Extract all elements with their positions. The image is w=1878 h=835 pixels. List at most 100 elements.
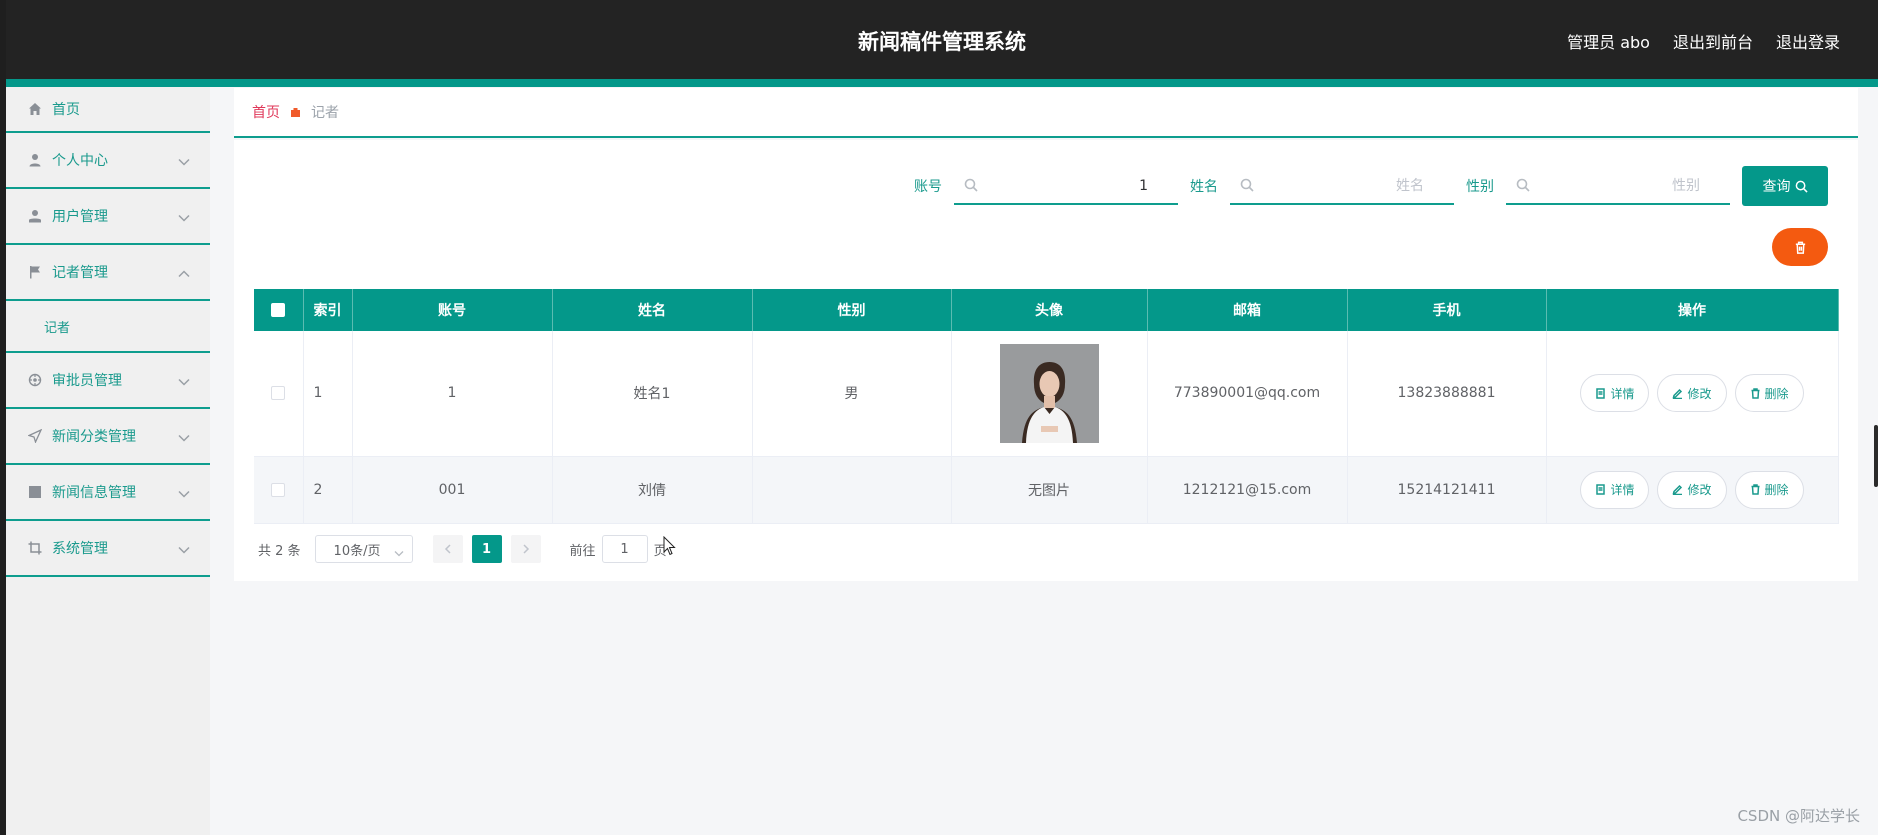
breadcrumb: 首页 记者 xyxy=(234,88,1858,138)
phone-cell: 13823888881 xyxy=(1347,331,1547,457)
edit-icon xyxy=(1672,484,1683,495)
sidebar-item-label: 系统管理 xyxy=(52,541,108,557)
sidebar-item-label: 首页 xyxy=(52,102,80,118)
delete-button-label: 删除 xyxy=(1764,386,1789,401)
document-icon xyxy=(1596,388,1606,399)
goto-label: 前往 xyxy=(569,543,596,559)
gender-label: 性别 xyxy=(1466,179,1494,195)
table-row: 2 001 刘倩 无图片 1212121@15.com 15214121411 … xyxy=(254,456,1839,524)
batch-delete-button[interactable] xyxy=(1772,228,1828,266)
sidebar-item-reporters[interactable]: 记者管理 xyxy=(6,245,210,301)
gender-search-field xyxy=(1506,167,1730,205)
avatar-cell: 无图片 xyxy=(951,456,1148,524)
column-header: 性别 xyxy=(752,289,952,331)
column-header: 姓名 xyxy=(552,289,753,331)
reporter-table: 索引 账号 姓名 性别 头像 邮箱 手机 操作 1 1 姓名1 男 773890… xyxy=(254,289,1839,524)
sidebar-item-approvers[interactable]: 审批员管理 xyxy=(6,353,210,409)
table-header-row: 索引 账号 姓名 性别 头像 邮箱 手机 操作 xyxy=(254,289,1839,331)
mouse-cursor-icon xyxy=(663,535,677,556)
chevron-up-icon xyxy=(178,266,190,278)
main-panel: 账号 姓名 性别 查询 索引 账号 xyxy=(234,140,1858,581)
email-cell: 1212121@15.com xyxy=(1147,456,1348,524)
delete-button-label: 删除 xyxy=(1764,483,1789,497)
select-all-header xyxy=(254,289,304,331)
account-input[interactable] xyxy=(984,173,1148,199)
email-cell: 773890001@qq.com xyxy=(1147,331,1348,457)
breadcrumb-current: 记者 xyxy=(311,105,339,121)
next-page-button[interactable] xyxy=(510,535,541,563)
sidebar-item-users[interactable]: 用户管理 xyxy=(6,189,210,245)
sidebar-item-profile[interactable]: 个人中心 xyxy=(6,133,210,189)
query-button[interactable]: 查询 xyxy=(1742,166,1828,206)
search-form: 账号 姓名 性别 查询 xyxy=(914,166,1828,206)
query-button-label: 查询 xyxy=(1762,179,1791,195)
prev-page-button[interactable] xyxy=(432,535,463,563)
delete-button[interactable]: 删除 xyxy=(1734,374,1804,413)
settings-icon xyxy=(28,373,42,387)
user-admin-icon xyxy=(28,209,42,223)
top-header: 新闻稿件管理系统 管理员 abo 退出到前台 退出登录 xyxy=(6,0,1878,79)
sidebar-item-label: 用户管理 xyxy=(52,209,108,225)
delete-button[interactable]: 删除 xyxy=(1734,470,1804,509)
gender-input[interactable] xyxy=(1536,173,1700,199)
detail-button[interactable]: 详情 xyxy=(1580,470,1650,509)
user-icon xyxy=(28,153,42,167)
column-header: 头像 xyxy=(951,289,1148,331)
sidebar-item-label: 新闻分类管理 xyxy=(52,429,136,445)
total-count: 共 2 条 xyxy=(258,543,301,559)
chevron-down-icon xyxy=(178,542,190,554)
select-all-checkbox[interactable] xyxy=(271,303,286,317)
table-row: 1 1 姓名1 男 773890001@qq.com 13823888881 详… xyxy=(254,331,1839,457)
sidebar-item-label: 个人中心 xyxy=(52,153,108,169)
exit-to-front-link[interactable]: 退出到前台 xyxy=(1673,29,1753,53)
header-accent-bar xyxy=(6,79,1878,87)
edit-button[interactable]: 修改 xyxy=(1657,470,1727,509)
index-cell: 2 xyxy=(303,456,353,524)
breadcrumb-home[interactable]: 首页 xyxy=(252,102,280,122)
chevron-down-icon xyxy=(178,374,190,386)
edit-button[interactable]: 修改 xyxy=(1657,374,1727,413)
search-icon xyxy=(1795,180,1808,193)
trash-icon xyxy=(1751,388,1759,399)
page-size-select[interactable]: 10条/页 xyxy=(314,535,413,563)
account-cell: 001 xyxy=(352,456,553,524)
goto-page-input[interactable] xyxy=(601,535,648,563)
scrollbar-thumb[interactable] xyxy=(1874,425,1878,487)
avatar-photo[interactable] xyxy=(999,343,1099,443)
detail-button-label: 详情 xyxy=(1610,386,1635,401)
sidebar-subitem-reporter[interactable]: 记者 xyxy=(6,301,210,353)
chevron-left-icon xyxy=(444,544,451,554)
search-icon xyxy=(1516,178,1530,192)
name-search-field xyxy=(1230,167,1454,205)
search-icon xyxy=(964,178,978,192)
row-checkbox[interactable] xyxy=(271,482,286,497)
logout-link[interactable]: 退出登录 xyxy=(1776,29,1840,53)
row-checkbox[interactable] xyxy=(271,386,286,401)
crop-icon xyxy=(28,541,42,555)
actions-cell: 详情 修改 删除 xyxy=(1546,456,1839,524)
sidebar-item-news-category[interactable]: 新闻分类管理 xyxy=(6,409,210,465)
name-cell: 刘倩 xyxy=(552,456,753,524)
chevron-right-icon xyxy=(523,544,529,554)
gender-cell: 男 xyxy=(752,331,952,457)
row-select-cell xyxy=(254,456,304,524)
name-label: 姓名 xyxy=(1190,179,1218,195)
page-number-current[interactable]: 1 xyxy=(471,535,502,563)
breadcrumb-separator-icon xyxy=(290,107,301,118)
sidebar-item-label: 记者管理 xyxy=(52,265,108,281)
detail-button-label: 详情 xyxy=(1610,483,1635,497)
watermark: CSDN @阿达学长 xyxy=(1737,807,1860,825)
chevron-down-icon xyxy=(178,430,190,442)
column-header: 邮箱 xyxy=(1147,289,1348,331)
sidebar-item-home[interactable]: 首页 xyxy=(6,87,210,133)
sidebar-item-news-info[interactable]: 新闻信息管理 xyxy=(6,465,210,521)
name-input[interactable] xyxy=(1260,173,1424,199)
header-links: 管理员 abo 退出到前台 退出登录 xyxy=(1567,29,1840,53)
sidebar-item-system[interactable]: 系统管理 xyxy=(6,521,210,577)
chevron-down-icon xyxy=(178,486,190,498)
detail-button[interactable]: 详情 xyxy=(1580,374,1650,413)
document-icon xyxy=(1596,484,1606,495)
phone-cell: 15214121411 xyxy=(1347,456,1547,524)
trash-icon xyxy=(1751,484,1759,495)
row-select-cell xyxy=(254,331,304,457)
